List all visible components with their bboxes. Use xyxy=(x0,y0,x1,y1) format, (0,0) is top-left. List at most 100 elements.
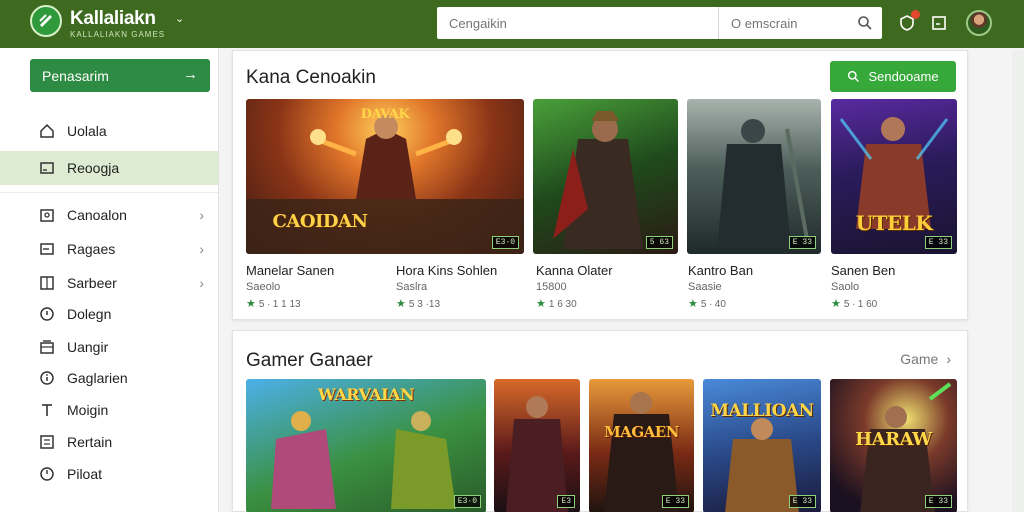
info-icon xyxy=(39,370,55,386)
sidebar-item-ragaes[interactable]: Ragaes › xyxy=(0,232,218,266)
sidebar-item-dolegn[interactable]: Dolegn xyxy=(0,297,218,331)
games-section: Gamer Ganaer Game › WARVAIAN E3·0 E3 MAG… xyxy=(232,330,968,512)
sidebar-item-home[interactable]: Uolala xyxy=(0,114,218,148)
list-icon xyxy=(39,434,55,450)
rating-badge: E 33 xyxy=(924,236,952,249)
game-title[interactable]: Manelar Sanen xyxy=(246,263,334,278)
location-icon xyxy=(39,306,55,322)
chevron-right-icon: › xyxy=(199,241,204,257)
app-logo-icon[interactable] xyxy=(30,5,62,37)
pin-icon xyxy=(39,402,55,418)
game-category: Saslra xyxy=(396,281,428,293)
sidebar-item-label: Uangir xyxy=(67,339,109,355)
sidebar-item-label: Canoalon xyxy=(67,207,127,223)
game-art-title: DAVAK xyxy=(360,107,410,122)
notification-icon[interactable] xyxy=(896,10,920,34)
sidebar: Penasarim → Uolala Reoogja Canoalon › Ra… xyxy=(0,48,219,512)
search-input[interactable] xyxy=(437,7,719,39)
star-icon: ★ xyxy=(688,298,698,310)
rating-badge: E 33 xyxy=(788,495,816,508)
game-rating: ★ 5 ∙ 1 1 13 xyxy=(246,298,301,310)
game-title[interactable]: Kanna Olater xyxy=(536,263,613,278)
game-rating: ★ 5 ∙ 1 60 xyxy=(831,298,878,310)
rating-badge: E 33 xyxy=(661,495,689,508)
search-bar xyxy=(437,7,882,39)
sidebar-item-label: Piloat xyxy=(67,466,103,482)
chevron-right-icon: › xyxy=(946,351,951,367)
notification-badge xyxy=(911,10,920,19)
rating-badge: E 33 xyxy=(788,236,816,249)
game-art-logo: HARAW xyxy=(855,429,932,450)
window-icon xyxy=(39,241,55,257)
star-icon: ★ xyxy=(831,298,841,310)
game-title[interactable]: Hora Kins Sohlen xyxy=(396,263,497,278)
game-card-image[interactable]: UTELK E 33 xyxy=(831,99,957,254)
sidebar-item-label: Sarbeer xyxy=(67,275,117,291)
primary-action-button[interactable]: Penasarim → xyxy=(30,59,210,92)
chevron-right-icon: › xyxy=(199,275,204,291)
stack-icon xyxy=(39,339,55,355)
sidebar-item-canoalon[interactable]: Canoalon › xyxy=(0,198,218,232)
sidebar-item-sarbeer[interactable]: Sarbeer › xyxy=(0,266,218,300)
game-card-image[interactable]: DAVAK CAOIDAN E3·0 xyxy=(246,99,524,254)
sidebar-item-piloat[interactable]: Piloat xyxy=(0,457,218,491)
sidebar-item-label: Ragaes xyxy=(67,241,116,257)
game-card-image[interactable]: HARAW E 33 xyxy=(830,379,957,512)
sidebar-item-label: Moigin xyxy=(67,402,109,418)
section-title: Kana Cenoakin xyxy=(246,67,376,88)
see-more-link[interactable]: Game › xyxy=(900,351,951,367)
game-card-image[interactable]: E3 xyxy=(494,379,580,512)
brand-subtitle: KALLALIAKN GAMES xyxy=(70,30,166,39)
star-icon: ★ xyxy=(536,298,546,310)
grid-icon xyxy=(39,275,55,291)
scrollbar[interactable] xyxy=(1012,50,1024,512)
sidebar-item-label: Reoogja xyxy=(67,160,120,176)
sidebar-item-moigin[interactable]: Moigin xyxy=(0,393,218,427)
game-card-image[interactable]: WARVAIAN E3·0 xyxy=(246,379,486,512)
sidebar-item-label: Gaglarien xyxy=(67,370,128,386)
game-card-image[interactable]: E 33 xyxy=(687,99,821,254)
rating-badge: E3·0 xyxy=(453,495,481,508)
game-art-logo: WARVAIAN xyxy=(317,385,415,404)
star-icon: ★ xyxy=(246,298,256,310)
game-rating: ★ 1 6 30 xyxy=(536,298,577,310)
see-more-label: Game xyxy=(900,351,939,367)
sidebar-item-label: Rertain xyxy=(67,434,113,450)
game-art-logo: MALLIOAN xyxy=(710,401,814,421)
brand-name[interactable]: Kallaliakn xyxy=(70,8,156,30)
game-title[interactable]: Sanen Ben xyxy=(831,263,895,278)
sidebar-item-label: Uolala xyxy=(67,123,107,139)
game-category: Saeolo xyxy=(246,281,281,293)
sidebar-item-uangir[interactable]: Uangir xyxy=(0,330,218,364)
rating-badge: E 33 xyxy=(924,495,952,508)
sidebar-divider xyxy=(0,192,218,193)
home-icon xyxy=(39,123,55,139)
game-title[interactable]: Kantro Ban xyxy=(688,263,753,278)
top-bar: Kallaliakn KALLALIAKN GAMES ⌄ xyxy=(0,0,1024,48)
window-icon[interactable] xyxy=(928,12,950,34)
search-games-label: Sendooame xyxy=(868,69,939,84)
game-card-image[interactable]: MAGAEN E 33 xyxy=(589,379,694,512)
game-rating: ★ 5 ∙ 40 xyxy=(688,298,726,310)
game-art-logo: MAGAEN xyxy=(604,423,679,441)
chevron-right-icon: › xyxy=(199,207,204,223)
game-category: Saasie xyxy=(688,281,722,293)
clock-icon xyxy=(39,466,55,482)
window-icon xyxy=(39,160,55,176)
arrow-right-icon: → xyxy=(183,66,198,83)
search-games-button[interactable]: Sendooame xyxy=(830,61,956,92)
section-title: Gamer Ganaer xyxy=(246,350,373,371)
game-card-image[interactable]: MALLIOAN E 33 xyxy=(703,379,821,512)
search-secondary-input[interactable] xyxy=(719,7,849,39)
search-icon[interactable] xyxy=(849,7,881,39)
sidebar-item-active[interactable]: Reoogja xyxy=(0,151,218,185)
avatar[interactable] xyxy=(966,10,992,36)
sidebar-item-rertain[interactable]: Rertain xyxy=(0,425,218,459)
chevron-down-icon[interactable]: ⌄ xyxy=(175,12,184,25)
game-card-image[interactable]: 5 63 xyxy=(533,99,678,254)
sidebar-item-gaglarien[interactable]: Gaglarien xyxy=(0,361,218,395)
sidebar-item-label: Dolegn xyxy=(67,306,112,322)
game-category: Saolo xyxy=(831,281,860,293)
game-art-logo: UTELK xyxy=(855,211,933,235)
rating-badge: E3·0 xyxy=(491,236,519,249)
